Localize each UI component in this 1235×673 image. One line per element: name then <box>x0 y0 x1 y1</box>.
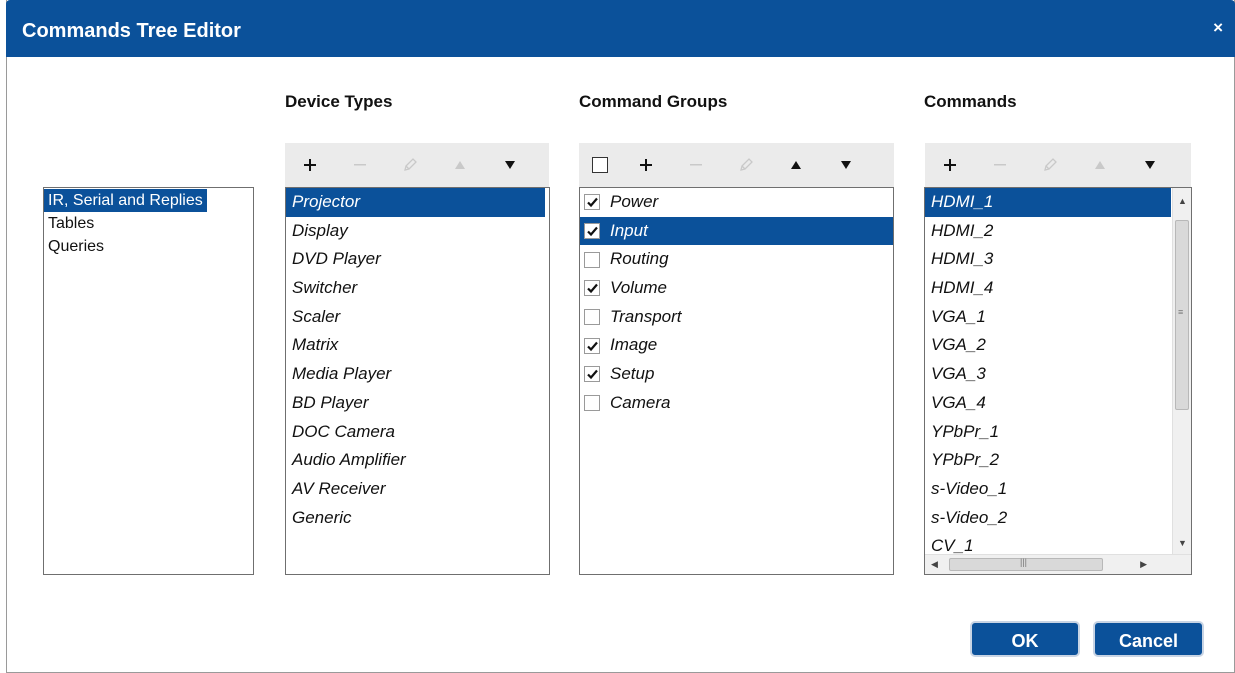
plus-icon[interactable] <box>285 143 335 187</box>
category-item[interactable]: IR, Serial and Replies <box>44 189 207 212</box>
scroll-right-icon[interactable]: ▶ <box>1140 559 1147 570</box>
device-type-item[interactable]: Media Player <box>286 360 549 389</box>
commands-heading: Commands <box>924 92 1017 111</box>
vertical-scroll-thumb[interactable]: ≡ <box>1175 220 1189 410</box>
edit-icon[interactable] <box>721 143 771 187</box>
command-group-checkbox[interactable] <box>584 223 600 240</box>
command-item[interactable]: HDMI_3 <box>925 245 1171 274</box>
command-group-item[interactable]: Volume <box>580 274 893 303</box>
command-groups-toolbar <box>579 143 894 187</box>
command-item[interactable]: VGA_1 <box>925 303 1171 332</box>
command-group-checkbox[interactable] <box>584 194 600 211</box>
device-types-heading: Device Types <box>285 92 393 111</box>
device-type-item[interactable]: BD Player <box>286 389 549 418</box>
scroll-left-icon[interactable]: ◀ <box>931 559 938 570</box>
close-icon[interactable]: × <box>1213 18 1223 38</box>
device-type-item[interactable]: Switcher <box>286 274 549 303</box>
move-down-icon[interactable] <box>821 143 871 187</box>
device-type-item[interactable]: DVD Player <box>286 245 549 274</box>
command-group-checkbox[interactable] <box>584 309 600 326</box>
device-type-item[interactable]: Matrix <box>286 331 549 360</box>
plus-icon[interactable] <box>925 143 975 187</box>
command-group-label: Camera <box>610 392 671 412</box>
device-type-item[interactable]: Display <box>286 217 549 246</box>
command-group-label: Routing <box>610 249 669 269</box>
device-type-item[interactable]: AV Receiver <box>286 475 549 504</box>
device-type-item[interactable]: DOC Camera <box>286 418 549 447</box>
dialog-titlebar: Commands Tree Editor × <box>6 0 1235 57</box>
device-types-list: Projector Display DVD Player Switcher Scaler… <box>285 187 550 575</box>
command-group-checkbox[interactable] <box>584 280 600 297</box>
category-item[interactable]: Tables <box>44 212 94 235</box>
command-item[interactable]: HDMI_2 <box>925 217 1171 246</box>
command-item[interactable]: VGA_4 <box>925 389 1171 418</box>
command-group-item[interactable]: Transport <box>580 303 893 332</box>
command-group-item[interactable]: Input <box>580 216 893 246</box>
command-item[interactable]: CV_1 <box>925 532 1171 554</box>
command-item[interactable]: s-Video_1 <box>925 475 1171 504</box>
command-group-label: Transport <box>610 306 682 326</box>
select-all-checkbox[interactable] <box>579 143 621 187</box>
commands-vertical-scrollbar[interactable]: ▲ ≡ ▼ <box>1172 188 1191 554</box>
command-group-checkbox[interactable] <box>584 395 600 412</box>
device-types-toolbar <box>285 143 549 187</box>
command-item[interactable]: YPbPr_1 <box>925 418 1171 447</box>
device-type-item[interactable]: Generic <box>286 504 549 533</box>
command-group-checkbox[interactable] <box>584 337 600 354</box>
move-up-icon[interactable] <box>1075 143 1125 187</box>
command-group-label: Image <box>610 335 658 355</box>
command-item[interactable]: s-Video_2 <box>925 504 1171 533</box>
ok-button[interactable]: OK <box>970 621 1080 657</box>
command-group-item[interactable]: Image <box>580 331 893 360</box>
command-group-item[interactable]: Routing <box>580 245 893 274</box>
command-item[interactable]: YPbPr_2 <box>925 446 1171 475</box>
device-type-item[interactable]: Scaler <box>286 303 549 332</box>
move-up-icon[interactable] <box>435 143 485 187</box>
command-item[interactable]: VGA_3 <box>925 360 1171 389</box>
scroll-down-icon[interactable]: ▼ <box>1178 538 1187 548</box>
move-down-icon[interactable] <box>485 143 535 187</box>
command-group-checkbox[interactable] <box>584 251 600 268</box>
device-type-item[interactable]: Projector <box>286 188 545 217</box>
command-groups-heading: Command Groups <box>579 92 728 111</box>
command-group-item[interactable]: Power <box>580 188 893 217</box>
command-group-item[interactable]: Camera <box>580 389 893 418</box>
scroll-up-icon[interactable]: ▲ <box>1178 196 1187 206</box>
command-item[interactable]: HDMI_4 <box>925 274 1171 303</box>
command-group-label: Input <box>610 220 648 240</box>
horizontal-scroll-thumb[interactable]: ||| <box>949 557 1103 571</box>
move-up-icon[interactable] <box>771 143 821 187</box>
category-item[interactable]: Queries <box>44 235 104 258</box>
command-group-item[interactable]: Setup <box>580 360 893 389</box>
command-group-checkbox[interactable] <box>584 366 600 383</box>
minus-icon[interactable] <box>335 143 385 187</box>
commands-list: HDMI_1 HDMI_2 HDMI_3 HDMI_4 VGA_1 VGA_2 VGA_3 V… <box>924 187 1192 575</box>
command-group-label: Setup <box>610 364 655 384</box>
plus-icon[interactable] <box>621 143 671 187</box>
edit-icon[interactable] <box>385 143 435 187</box>
category-list: IR, Serial and Replies Tables Queries <box>43 187 254 575</box>
device-type-item[interactable]: Audio Amplifier <box>286 446 549 475</box>
command-groups-list: Power Input Routing Volume Transport Image Set… <box>579 187 894 575</box>
minus-icon[interactable] <box>975 143 1025 187</box>
command-item[interactable]: VGA_2 <box>925 331 1171 360</box>
move-down-icon[interactable] <box>1125 143 1175 187</box>
dialog-title: Commands Tree Editor <box>22 20 241 42</box>
commands-horizontal-scrollbar[interactable]: ◀ ||| ▶ <box>925 554 1191 574</box>
command-group-label: Power <box>610 192 659 211</box>
edit-icon[interactable] <box>1025 143 1075 187</box>
commands-toolbar <box>925 143 1191 187</box>
minus-icon[interactable] <box>671 143 721 187</box>
command-group-label: Volume <box>610 278 668 298</box>
command-item[interactable]: HDMI_1 <box>925 188 1171 217</box>
cancel-button[interactable]: Cancel <box>1093 621 1204 657</box>
